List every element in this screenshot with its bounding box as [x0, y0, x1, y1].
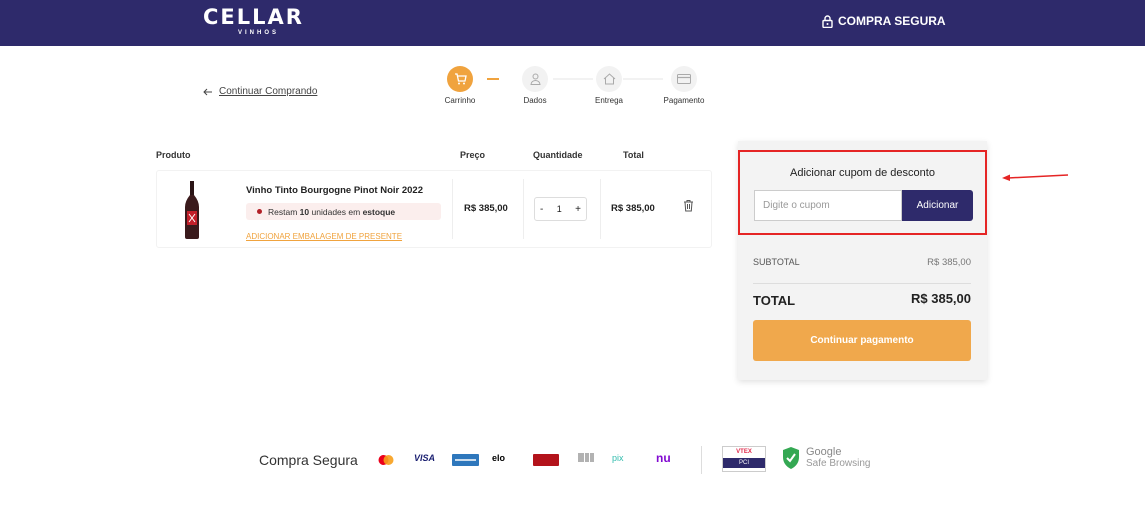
stock-count: 10: [299, 206, 310, 217]
lock-icon: [822, 14, 833, 28]
step-pagamento[interactable]: Pagamento: [654, 66, 714, 105]
header-price: Preço: [460, 150, 486, 160]
secure-label: COMPRA SEGURA: [838, 14, 946, 28]
google-safe-browsing-badge: Google Safe Browsing: [782, 446, 870, 470]
divider: [452, 179, 453, 239]
logo-subtitle: VINHOS: [238, 30, 280, 36]
visa-icon: VISA: [414, 453, 436, 463]
divider: [600, 179, 601, 239]
footer-title: Compra Segura: [259, 452, 358, 468]
header-product: Produto: [156, 150, 191, 160]
step-dados[interactable]: Dados: [505, 66, 565, 105]
elo-icon: elo: [492, 453, 506, 463]
step-label: Dados: [523, 96, 547, 105]
add-gift-wrap-link[interactable]: ADICIONAR EMBALAGEM DE PRESENTE: [246, 232, 402, 241]
nubank-icon: nu: [656, 451, 671, 465]
qty-value[interactable]: 1: [557, 204, 562, 214]
item-total: R$ 385,00: [611, 203, 655, 214]
logo[interactable]: CELLAR: [203, 5, 304, 29]
total-label: TOTAL: [753, 293, 796, 308]
amex-icon: [452, 454, 479, 466]
divider: [753, 283, 971, 284]
stock-mid: unidades em: [311, 206, 361, 217]
product-name[interactable]: Vinho Tinto Bourgogne Pinot Noir 2022: [246, 185, 423, 196]
coupon-section: Adicionar cupom de desconto Adicionar: [738, 150, 987, 235]
stock-prefix: Restam: [268, 206, 298, 217]
step-label: Entrega: [594, 96, 624, 105]
vtex-label: VTEX: [723, 447, 765, 455]
card-icon: [677, 74, 691, 84]
subtotal-label: SUBTOTAL: [753, 257, 800, 267]
vtex-pci-badge: VTEX PCI: [722, 446, 766, 472]
header-total: Total: [623, 150, 644, 160]
total-value: R$ 385,00: [911, 291, 971, 306]
stock-suffix: estoque: [362, 206, 396, 217]
gsb-line1: Google: [806, 446, 842, 458]
continue-shopping-link[interactable]: Continuar Comprando: [203, 86, 317, 97]
divider: [701, 446, 702, 474]
wine-bottle-image[interactable]: [184, 181, 200, 239]
step-carrinho[interactable]: Carrinho: [430, 66, 490, 105]
footer-trust-bar: Compra Segura VISA elo pix nu VTEX PCI G…: [259, 446, 879, 476]
pix-icon: pix: [612, 453, 624, 463]
step-entrega[interactable]: Entrega: [579, 66, 639, 105]
stock-dot-icon: [257, 209, 262, 214]
order-summary: Adicionar cupom de desconto Adicionar SU…: [738, 141, 987, 380]
top-header: CELLAR VINHOS COMPRA SEGURA: [0, 0, 1145, 46]
home-icon: [603, 73, 615, 85]
trash-icon[interactable]: [683, 199, 694, 212]
qty-minus-button[interactable]: -: [540, 204, 543, 215]
quantity-stepper: - 1 +: [534, 197, 587, 221]
shield-check-icon: [783, 447, 799, 469]
checkout-steps: Carrinho Dados Entrega Pagamento: [440, 66, 720, 106]
arrow-left-icon: [203, 88, 212, 95]
add-coupon-button[interactable]: Adicionar: [902, 190, 973, 221]
mastercard-icon: [378, 455, 394, 465]
step-label: Carrinho: [444, 96, 476, 105]
gsb-line2: Safe Browsing: [806, 458, 871, 469]
coupon-title: Adicionar cupom de desconto: [790, 167, 935, 179]
stock-badge: Restam 10 unidades em estoque: [246, 203, 441, 220]
cart-item-row: Vinho Tinto Bourgogne Pinot Noir 2022 Re…: [156, 170, 712, 248]
cart-icon: [454, 73, 467, 85]
continue-payment-button[interactable]: Continuar pagamento: [753, 320, 971, 361]
continue-shopping-label[interactable]: Continuar Comprando: [219, 86, 317, 97]
pci-label: PCI: [723, 458, 765, 468]
item-price: R$ 385,00: [464, 203, 508, 214]
divider: [523, 179, 524, 239]
subtotal-value: R$ 385,00: [927, 257, 971, 268]
hipercard-icon: [533, 454, 559, 466]
boleto-icon: [578, 453, 594, 462]
annotation-arrow-icon: [1002, 174, 1069, 181]
qty-plus-button[interactable]: +: [575, 204, 581, 215]
step-label: Pagamento: [663, 96, 705, 105]
header-quantity: Quantidade: [533, 150, 583, 160]
coupon-input[interactable]: [754, 190, 902, 221]
secure-purchase-badge: COMPRA SEGURA: [822, 14, 946, 28]
user-icon: [529, 73, 541, 85]
